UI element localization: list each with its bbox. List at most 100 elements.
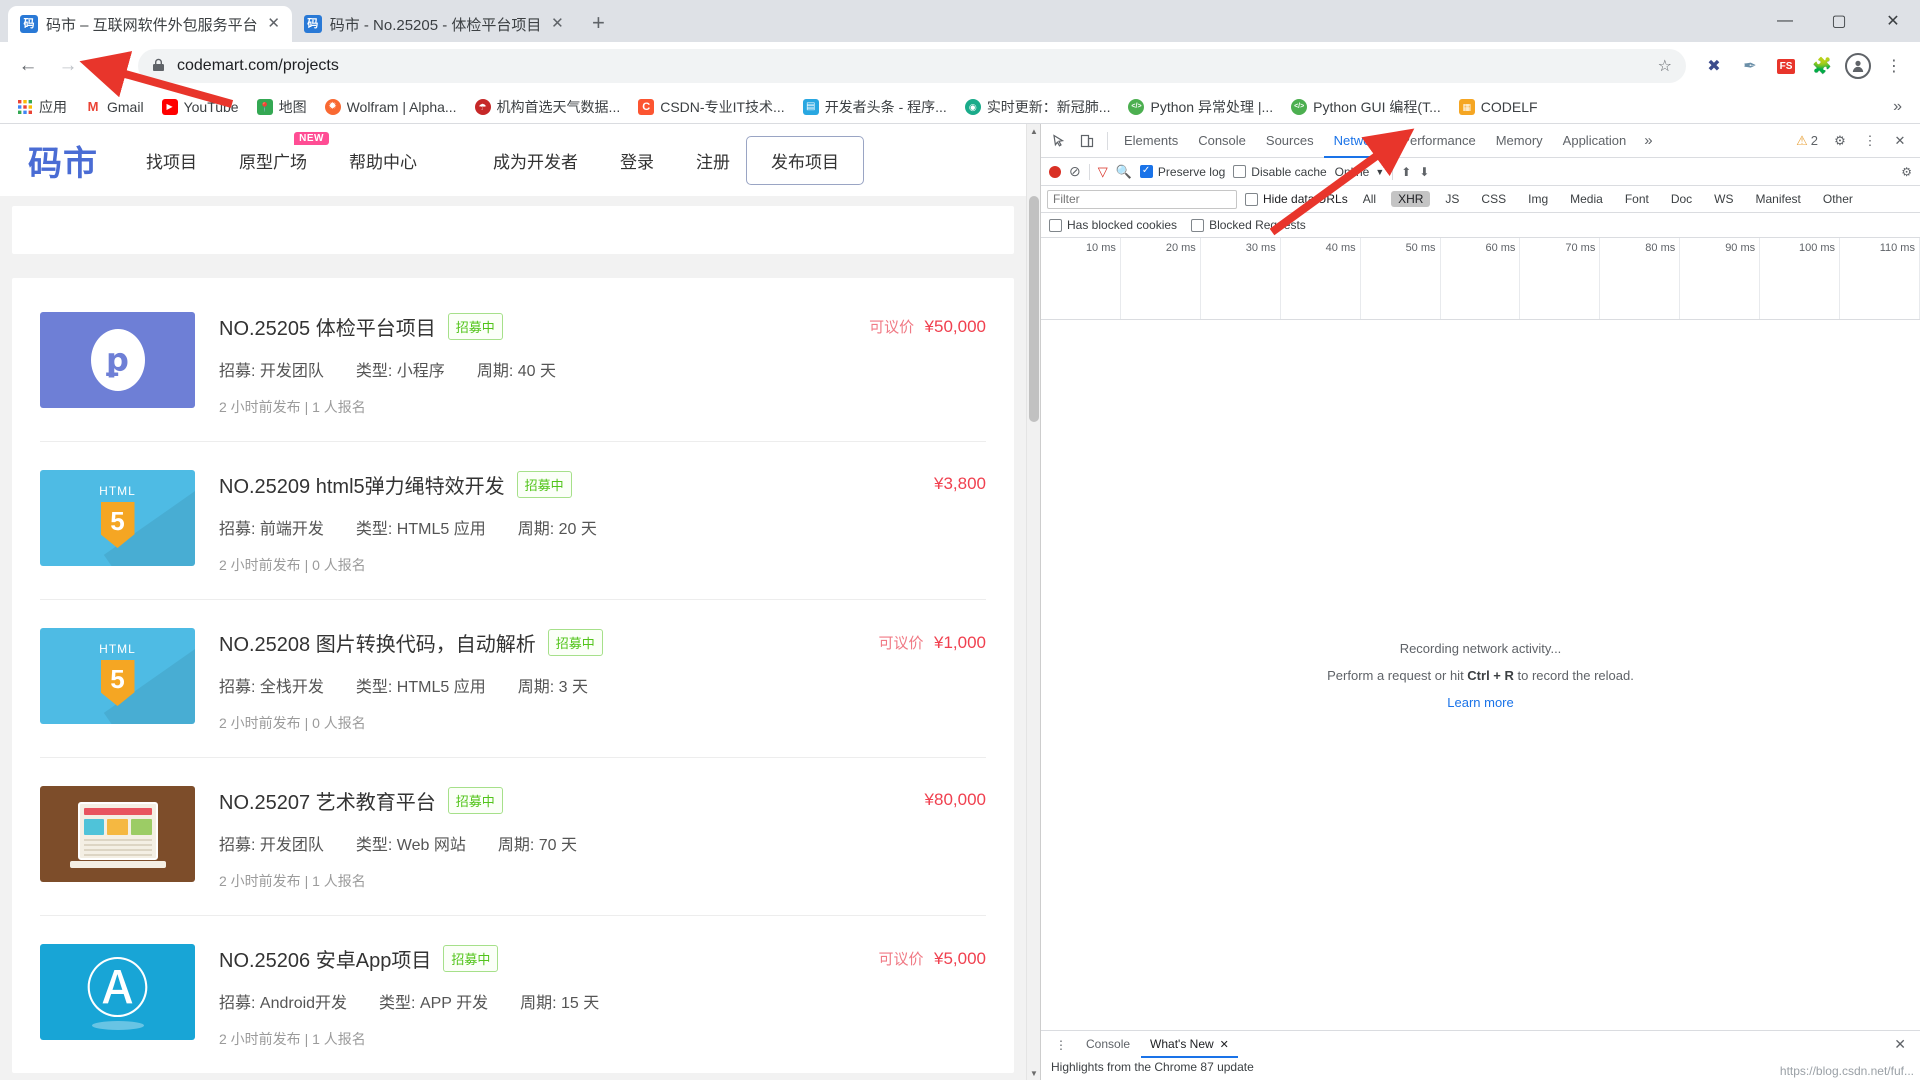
maximize-icon[interactable]: ▢ (1812, 0, 1866, 42)
tab-close-icon[interactable]: ✕ (549, 16, 565, 32)
extension-icon-2[interactable]: ✒ (1734, 50, 1766, 82)
bookmark-wolfram[interactable]: ✹ Wolfram | Alpha... (318, 96, 464, 118)
project-title[interactable]: NO.25206 安卓App项目 (219, 944, 431, 973)
project-title[interactable]: NO.25208 图片转换代码，自动解析 (219, 628, 536, 657)
resource-type-js[interactable]: JS (1438, 191, 1466, 207)
minimize-icon[interactable]: — (1758, 0, 1812, 42)
nav-item-prototype-plaza[interactable]: 原型广场 NEW (239, 131, 329, 173)
nav-item-find-projects[interactable]: 找项目 (146, 148, 197, 173)
resource-type-manifest[interactable]: Manifest (1749, 191, 1808, 207)
device-toolbar-icon[interactable] (1073, 127, 1101, 155)
address-bar[interactable]: codemart.com/projects ☆ (138, 49, 1686, 83)
project-row[interactable]: HTML 5 NO.25209 html5弹力绳特效开发 招募中 招募: 前端开发… (40, 442, 986, 600)
chrome-menu-icon[interactable]: ⋮ (1878, 50, 1910, 82)
bookmark-apps[interactable]: 应用 (10, 94, 74, 120)
resource-type-media[interactable]: Media (1563, 191, 1610, 207)
drawer-tab-whats-new[interactable]: What's New ✕ (1141, 1031, 1238, 1058)
blocked-requests-checkbox[interactable]: Blocked Requests (1191, 218, 1306, 232)
record-network-button[interactable] (1049, 165, 1061, 178)
hide-data-urls-checkbox[interactable]: Hide data URLs (1245, 192, 1348, 206)
new-tab-button[interactable]: + (581, 6, 615, 40)
project-title[interactable]: NO.25207 艺术教育平台 (219, 786, 436, 815)
project-row[interactable]: ꝑ NO.25205 体检平台项目 招募中 招募: 开发团队 类型: 小程序 周… (40, 278, 986, 442)
bookmark-codelf[interactable]: ▦ CODELF (1452, 96, 1545, 118)
back-icon[interactable]: ← (10, 48, 46, 84)
import-har-icon[interactable]: ⬆ (1401, 165, 1411, 179)
resource-type-xhr[interactable]: XHR (1391, 191, 1431, 207)
bookmark-youtube[interactable]: ▶ YouTube (155, 96, 246, 118)
drawer-tab-console[interactable]: Console (1077, 1031, 1139, 1058)
site-logo[interactable]: 码市 (28, 136, 98, 185)
bookmark-gmail[interactable]: M Gmail (78, 96, 151, 118)
bookmark-python-gui[interactable]: </> Python GUI 编程(T... (1284, 94, 1448, 120)
extension-icon-1[interactable]: ✖ (1698, 50, 1730, 82)
preserve-log-checkbox[interactable]: Preserve log (1139, 164, 1225, 179)
devtools-tab-elements[interactable]: Elements (1114, 124, 1188, 158)
bookmark-toutiao[interactable]: ▤ 开发者头条 - 程序... (796, 94, 954, 120)
nav-item-become-developer[interactable]: 成为开发者 (493, 148, 578, 173)
page-scrollbar[interactable]: ▲ ▼ (1026, 124, 1040, 1080)
devtools-tab-console[interactable]: Console (1188, 124, 1256, 158)
drawer-kebab-icon[interactable]: ⋮ (1047, 1038, 1075, 1052)
blocked-requests-box[interactable] (1191, 218, 1205, 232)
profile-avatar[interactable] (1842, 50, 1874, 82)
devtools-close-icon[interactable]: ✕ (1886, 127, 1914, 155)
bookmarks-overflow-icon[interactable]: » (1885, 98, 1910, 116)
devtools-settings-gear-icon[interactable]: ⚙ (1826, 127, 1854, 155)
project-row[interactable]: NO.25207 艺术教育平台 招募中 招募: 开发团队 类型: Web 网站 … (40, 758, 986, 916)
network-filter-input[interactable] (1047, 189, 1237, 209)
resource-type-img[interactable]: Img (1521, 191, 1555, 207)
inspect-element-icon[interactable] (1045, 127, 1073, 155)
browser-tab-1[interactable]: 码 码市 – 互联网软件外包服务平台 ✕ (8, 6, 292, 42)
browser-tab-2[interactable]: 码 码市 - No.25205 - 体检平台项目 ✕ (291, 6, 576, 42)
bookmark-covid[interactable]: ◉ 实时更新：新冠肺... (958, 94, 1118, 120)
project-title[interactable]: NO.25205 体检平台项目 (219, 312, 436, 341)
preserve-log-box[interactable] (1139, 164, 1153, 178)
network-settings-gear-icon[interactable]: ⚙ (1901, 165, 1912, 179)
drawer-close-icon[interactable]: ✕ (1886, 1036, 1914, 1053)
project-row[interactable]: HTML 5 NO.25208 图片转换代码，自动解析 招募中 招募: 全栈开发 … (40, 600, 986, 758)
devtools-tab-performance[interactable]: Performance (1391, 124, 1485, 158)
project-row[interactable]: Ⓐ NO.25206 安卓App项目 招募中 招募: Android开发 类型:… (40, 916, 986, 1073)
tab-close-icon[interactable]: ✕ (266, 16, 282, 32)
network-timeline-overview[interactable]: 10 ms 20 ms 30 ms 40 ms 50 ms 60 ms 70 m… (1041, 238, 1920, 320)
scrollbar-thumb[interactable] (1029, 196, 1039, 422)
clear-network-log-icon[interactable]: ⊘ (1069, 163, 1081, 180)
export-har-icon[interactable]: ⬇ (1419, 165, 1429, 179)
filter-bar-card[interactable] (12, 206, 1014, 254)
has-blocked-cookies-box[interactable] (1049, 218, 1062, 232)
resource-type-doc[interactable]: Doc (1664, 191, 1699, 207)
devtools-tab-memory[interactable]: Memory (1486, 124, 1553, 158)
nav-item-login[interactable]: 登录 (620, 148, 654, 173)
project-title[interactable]: NO.25209 html5弹力绳特效开发 (219, 470, 505, 499)
resource-type-other[interactable]: Other (1816, 191, 1860, 207)
resource-type-all[interactable]: All (1356, 191, 1383, 207)
filter-funnel-icon[interactable]: ▽ (1098, 164, 1108, 180)
resource-type-ws[interactable]: WS (1707, 191, 1740, 207)
publish-project-button[interactable]: 发布项目 (746, 135, 864, 185)
warning-count-badge[interactable]: ⚠ 2 (1790, 133, 1824, 149)
resource-type-css[interactable]: CSS (1474, 191, 1513, 207)
drawer-tab-close-icon[interactable]: ✕ (1220, 1039, 1229, 1051)
devtools-kebab-icon[interactable]: ⋮ (1856, 127, 1884, 155)
scroll-down-arrow-icon[interactable]: ▼ (1027, 1066, 1041, 1080)
network-search-icon[interactable]: 🔍 (1116, 164, 1132, 180)
throttling-dropdown[interactable]: Online ▼ (1335, 165, 1385, 179)
bookmark-weather[interactable]: ☂ 机构首选天气数据... (468, 94, 628, 120)
reload-icon[interactable]: ⟳ (90, 48, 126, 84)
nav-item-help-center[interactable]: 帮助中心 (349, 148, 417, 173)
window-close-icon[interactable]: ✕ (1866, 0, 1920, 42)
bookmark-csdn[interactable]: C CSDN-专业IT技术... (631, 94, 791, 120)
scroll-up-arrow-icon[interactable]: ▲ (1027, 124, 1041, 138)
has-blocked-cookies-checkbox[interactable]: Has blocked cookies (1049, 218, 1177, 232)
devtools-tab-sources[interactable]: Sources (1256, 124, 1324, 158)
puzzle-extensions-icon[interactable]: 🧩 (1806, 50, 1838, 82)
nav-item-register[interactable]: 注册 (696, 148, 730, 173)
disable-cache-box[interactable] (1233, 165, 1247, 178)
devtools-tab-application[interactable]: Application (1553, 124, 1637, 158)
forward-icon[interactable]: → (50, 48, 86, 84)
extension-icon-3[interactable]: FS (1770, 50, 1802, 82)
hide-data-urls-box[interactable] (1245, 192, 1258, 206)
resource-type-font[interactable]: Font (1618, 191, 1656, 207)
disable-cache-checkbox[interactable]: Disable cache (1233, 165, 1327, 179)
